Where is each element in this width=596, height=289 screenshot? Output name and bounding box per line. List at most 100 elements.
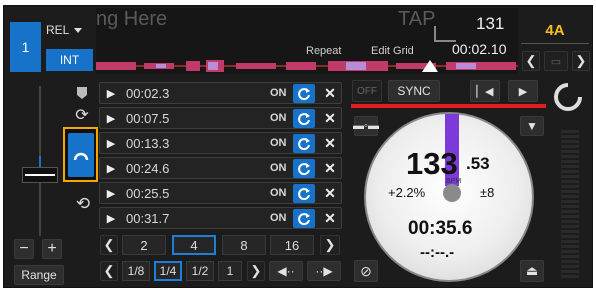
cue-row[interactable]: ▶ 00:02.3 ON ✕ <box>99 82 342 104</box>
chevron-right-icon: ❯ <box>250 263 262 278</box>
beat-fraction-button[interactable]: 1/2 <box>186 261 214 281</box>
cue-row[interactable]: ▶ 00:25.5 ON ✕ <box>99 182 342 204</box>
slider-handle[interactable] <box>22 167 58 183</box>
chevron-right-icon: ❯ <box>324 237 336 252</box>
arc-icon <box>73 152 88 160</box>
play-icon[interactable]: ▶ <box>102 185 120 201</box>
minus-label: − <box>19 240 29 257</box>
track-title: ng Here <box>96 8 168 30</box>
eject-button[interactable]: ⏏ <box>520 260 544 282</box>
beat-jump-forward-button[interactable]: ··▶ <box>307 261 341 281</box>
off-button[interactable]: OFF <box>352 80 382 102</box>
cue-row[interactable]: ▶ 00:31.7 ON ✕ <box>99 207 342 229</box>
edit-grid-button[interactable]: Edit Grid <box>371 45 414 57</box>
cue-on-toggle[interactable]: ON <box>270 187 287 199</box>
bpm-readout: 131 <box>476 14 505 33</box>
play-icon[interactable]: ▶ <box>102 160 120 176</box>
loop-icon[interactable]: ⟳ <box>73 106 91 124</box>
close-icon[interactable]: ✕ <box>320 84 340 103</box>
prev-button[interactable]: ❮ <box>522 51 540 71</box>
pitch-plus-button[interactable]: + <box>42 239 62 259</box>
deck-number-button[interactable]: 1 <box>10 22 41 72</box>
cue-time: 00:24.6 <box>126 161 170 176</box>
play-icon: ▶ <box>518 85 528 98</box>
loop-icon[interactable] <box>293 159 315 178</box>
loop-size-button[interactable]: 16 <box>270 235 314 255</box>
beat-fraction-button[interactable]: 1/4 <box>154 261 182 281</box>
repeat-button[interactable]: Repeat <box>306 45 341 57</box>
cue-on-toggle[interactable]: ON <box>270 162 287 174</box>
play-icon[interactable]: ▶ <box>102 210 120 226</box>
cue-time: 00:02.3 <box>126 86 170 101</box>
pitch-slider[interactable] <box>18 86 62 236</box>
grid-icon: ▭ <box>550 55 562 68</box>
close-icon[interactable]: ✕ <box>320 159 340 178</box>
loop-size-button[interactable]: 2 <box>122 235 166 255</box>
key-label: 4A <box>545 22 565 39</box>
sync-button[interactable]: SYNC <box>388 80 440 102</box>
cue-on-toggle[interactable]: ON <box>270 212 287 224</box>
skip-back-icon: ▏◀ <box>476 85 494 98</box>
close-icon[interactable]: ✕ <box>320 184 340 203</box>
slow-down-button[interactable]: ▼ <box>520 116 544 136</box>
int-button[interactable]: INT <box>46 49 93 71</box>
close-icon[interactable]: ✕ <box>320 134 340 153</box>
beat-fraction-button[interactable]: 1 <box>218 261 242 281</box>
play-button[interactable]: ▶ <box>508 80 538 102</box>
chevron-down-icon <box>74 27 83 33</box>
play-icon[interactable]: ▶ <box>102 85 120 101</box>
loop-size-button[interactable]: 8 <box>222 235 266 255</box>
cue-on-toggle[interactable]: ON <box>270 87 287 99</box>
chevron-right-icon: ❯ <box>575 53 587 68</box>
beat-back-icon: ◀·· <box>277 264 295 278</box>
pitch-value: +2.2% <box>388 185 426 200</box>
cue-row[interactable]: ▶ 00:13.3 ON ✕ <box>99 132 342 154</box>
rel-dropdown[interactable]: REL <box>46 20 94 40</box>
platter-bpm-decimal: .53 <box>466 154 490 173</box>
loop-icon[interactable] <box>293 134 315 153</box>
close-icon[interactable]: ✕ <box>320 209 340 228</box>
loop-size-prev[interactable]: ❮ <box>100 235 118 255</box>
waveform-area[interactable]: ng Here TAP 131 Repeat Edit Grid 00:02.1… <box>96 8 518 74</box>
no-entry-icon: ⊘ <box>360 262 372 279</box>
cue-on-toggle[interactable]: ON <box>270 112 287 124</box>
cue-button[interactable]: ▏◀ <box>470 80 500 102</box>
loop-icon[interactable] <box>293 184 315 203</box>
beat-next[interactable]: ❯ <box>247 261 265 281</box>
loop-icon[interactable] <box>293 209 315 228</box>
play-icon[interactable]: ▶ <box>102 110 120 126</box>
loop-icon[interactable] <box>293 109 315 128</box>
int-label: INT <box>59 53 80 67</box>
cue-on-toggle[interactable]: ON <box>270 137 287 149</box>
cue-time: 00:13.3 <box>126 136 170 151</box>
close-icon[interactable]: ✕ <box>320 109 340 128</box>
grid-button[interactable]: ▭ <box>544 51 568 71</box>
play-icon[interactable]: ▶ <box>102 135 120 151</box>
range-label: Range <box>21 268 57 282</box>
pitch-minus-button[interactable]: − <box>14 239 34 259</box>
deck-panel: 1 REL INT ng Here TAP 131 Repeat Edit Gr… <box>3 5 593 288</box>
deck-number: 1 <box>21 39 30 55</box>
slow-down-icon: ▼ <box>526 119 538 133</box>
beat-prev[interactable]: ❮ <box>100 261 118 281</box>
brake-button[interactable]: ⊘ <box>354 260 378 282</box>
beat-fraction-button[interactable]: 1/8 <box>122 261 150 281</box>
loop-size-button[interactable]: 4 <box>172 235 216 255</box>
undo-icon[interactable]: ⟲ <box>73 194 93 214</box>
beat-jump-back-button[interactable]: ◀·· <box>269 261 303 281</box>
cue-row[interactable]: ▶ 00:24.6 ON ✕ <box>99 157 342 179</box>
pin-icon[interactable] <box>74 85 90 101</box>
loop-icon[interactable] <box>293 84 315 103</box>
cue-mode-inner <box>67 132 94 177</box>
range-button[interactable]: Range <box>14 265 64 285</box>
link-button[interactable]: ▬◦▬ <box>353 116 379 136</box>
cue-row[interactable]: ▶ 00:07.5 ON ✕ <box>99 107 342 129</box>
next-button[interactable]: ❯ <box>572 51 590 71</box>
bpm-bracket <box>434 26 456 42</box>
loop-size-next[interactable]: ❯ <box>320 235 340 255</box>
chevron-left-icon: ❮ <box>525 53 537 68</box>
chevron-left-icon: ❮ <box>103 237 115 252</box>
key-display: 4A <box>521 18 589 44</box>
cue-mode-button[interactable] <box>63 127 98 182</box>
platter[interactable]: 133 .53 BPM +2.2% ±8 00:35.6 --:--.- <box>364 112 534 282</box>
